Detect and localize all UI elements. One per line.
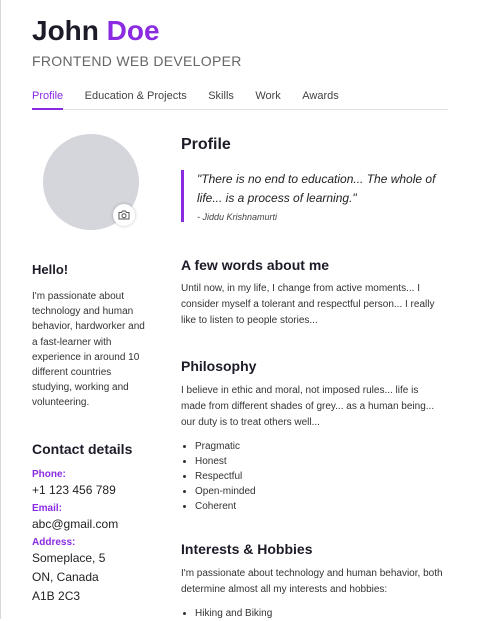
profile-title: Profile	[181, 136, 231, 153]
list-item: Coherent	[195, 499, 446, 514]
interests-section: Interests & Hobbies I'm passionate about…	[181, 541, 446, 621]
about-title: A few words about me	[181, 257, 330, 273]
first-name: John	[32, 15, 99, 46]
person-name: John Doe	[32, 14, 242, 48]
job-title: FRONTEND WEB DEVELOPER	[32, 53, 242, 69]
camera-icon[interactable]	[113, 204, 135, 226]
tab-work[interactable]: Work	[255, 90, 280, 108]
tab-profile[interactable]: Profile	[32, 90, 64, 110]
philosophy-title: Philosophy	[181, 358, 257, 374]
quote-text: "There is no end to education... The who…	[197, 172, 436, 205]
hello-section: Hello! I'm passionate about technology a…	[32, 262, 152, 411]
profile-section: Profile	[181, 136, 446, 154]
tab-awards[interactable]: Awards	[302, 90, 338, 108]
list-item: Respectful	[195, 469, 446, 484]
quote-block: "There is no end to education... The who…	[181, 170, 462, 222]
quote-author: - Jiddu Krishnamurti	[197, 212, 278, 222]
list-item: Open-minded	[195, 484, 446, 499]
interests-title: Interests & Hobbies	[181, 541, 313, 557]
list-item: Honest	[195, 454, 446, 469]
address-line-1: Someplace, 5	[32, 551, 106, 565]
address-line-3: A1B 2C3	[32, 589, 81, 603]
about-section: A few words about me Until now, in my li…	[181, 257, 446, 329]
philosophy-text: I believe in ethic and moral, not impose…	[181, 385, 435, 428]
about-text: Until now, in my life, I change from act…	[181, 283, 435, 326]
tab-education-projects[interactable]: Education & Projects	[85, 90, 187, 108]
address-label: Address:	[32, 537, 76, 548]
email-value[interactable]: abc@gmail.com	[32, 515, 118, 534]
philosophy-list: Pragmatic Honest Respectful Open-minded …	[181, 439, 446, 514]
tab-bar: Profile Education & Projects Skills Work…	[32, 86, 448, 110]
contact-title: Contact details	[32, 441, 133, 457]
list-item: Pragmatic	[195, 439, 446, 454]
tab-skills[interactable]: Skills	[208, 90, 234, 108]
phone-label: Phone:	[32, 469, 66, 480]
address-line-2: ON, Canada	[32, 570, 99, 584]
interests-text: I'm passionate about technology and huma…	[181, 568, 443, 595]
page-header: John Doe FRONTEND WEB DEVELOPER	[32, 14, 242, 69]
hello-title: Hello!	[32, 262, 69, 277]
email-label: Email:	[32, 503, 63, 514]
philosophy-section: Philosophy I believe in ethic and moral,…	[181, 358, 446, 514]
hello-text: I'm passionate about technology and huma…	[32, 291, 145, 409]
phone-value: +1 123 456 789	[32, 483, 116, 497]
contact-details: Phone: +1 123 456 789 Email: abc@gmail.c…	[32, 468, 118, 608]
last-name: Doe	[106, 15, 160, 46]
